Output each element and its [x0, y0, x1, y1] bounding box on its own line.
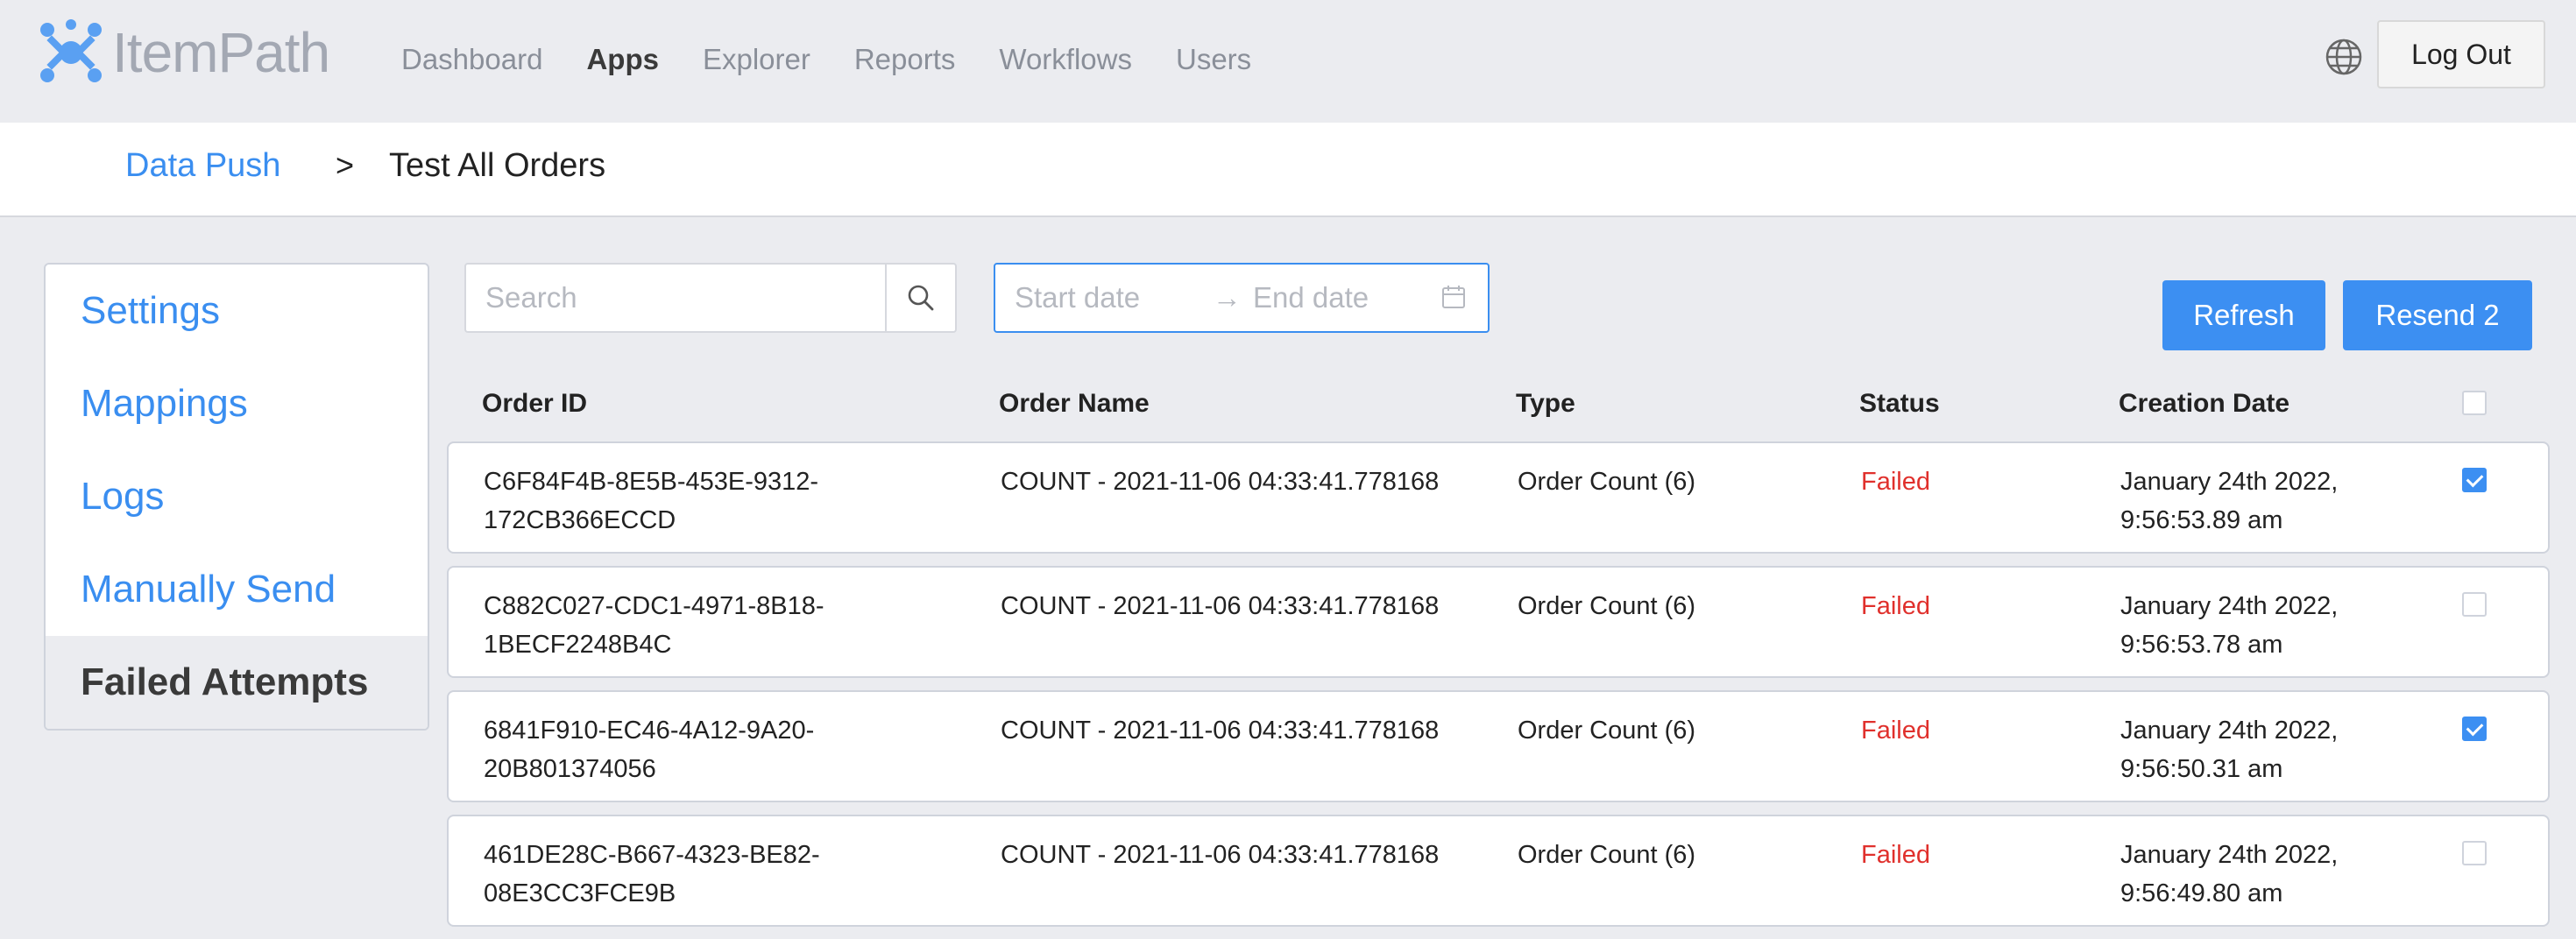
creation-date-cell: January 24th 2022, 9:56:50.31 am	[2120, 717, 2339, 783]
search-input[interactable]	[466, 265, 885, 331]
status-cell: Failed	[1861, 592, 1930, 620]
column-header-type[interactable]: Type	[1516, 389, 1575, 419]
status-cell: Failed	[1861, 717, 1930, 745]
itempath-logo-icon	[40, 19, 102, 82]
date-range-picker[interactable]: Start date → End date	[994, 263, 1490, 333]
nav-workflows[interactable]: Workflows	[999, 35, 1132, 84]
arrow-right-icon: →	[1213, 281, 1242, 314]
logout-button[interactable]: Log Out	[2377, 20, 2545, 88]
column-header-status[interactable]: Status	[1859, 389, 1940, 419]
search-box	[464, 263, 957, 333]
breadcrumb-separator: >	[336, 147, 355, 183]
order-name-cell: COUNT - 2021-11-06 04:33:41.778168	[1001, 468, 1440, 496]
order-name-cell: COUNT - 2021-11-06 04:33:41.778168	[1001, 841, 1440, 869]
select-all-checkbox[interactable]	[2462, 391, 2487, 415]
refresh-button[interactable]: Refresh	[2162, 280, 2325, 350]
search-button[interactable]	[885, 265, 955, 331]
nav-apps[interactable]: Apps	[586, 35, 659, 84]
table-row[interactable]: C6F84F4B-8E5B-453E-9312-172CB366ECCD COU…	[447, 441, 2550, 554]
sidebar-item-logs[interactable]: Logs	[46, 450, 428, 543]
breadcrumb-data-push[interactable]: Data Push	[125, 147, 280, 185]
app-sidebar: Settings Mappings Logs Manually Send Fai…	[44, 263, 429, 731]
column-header-order-id[interactable]: Order ID	[482, 389, 587, 419]
page-title: Test All Orders	[389, 147, 606, 184]
sidebar-item-mappings[interactable]: Mappings	[46, 357, 428, 450]
table-header: Order ID Order Name Type Status Creation…	[447, 385, 2550, 427]
sidebar-item-manually-send[interactable]: Manually Send	[46, 543, 428, 636]
status-cell: Failed	[1861, 841, 1930, 869]
row-checkbox[interactable]	[2462, 468, 2487, 492]
end-date-field[interactable]: End date	[1253, 281, 1369, 314]
row-checkbox[interactable]	[2462, 841, 2487, 865]
nav-explorer[interactable]: Explorer	[703, 35, 810, 84]
type-cell: Order Count (6)	[1518, 717, 1696, 745]
creation-date-cell: January 24th 2022, 9:56:49.80 am	[2120, 841, 2339, 907]
column-header-creation-date[interactable]: Creation Date	[2119, 389, 2289, 419]
creation-date-cell: January 24th 2022, 9:56:53.89 am	[2120, 468, 2339, 534]
start-date-field[interactable]: Start date	[1015, 281, 1140, 314]
nav-dashboard[interactable]: Dashboard	[401, 35, 542, 84]
top-navbar: ItemPath Dashboard Apps Explorer Reports…	[0, 0, 2576, 123]
creation-date-cell: January 24th 2022, 9:56:53.78 am	[2120, 592, 2339, 659]
order-name-cell: COUNT - 2021-11-06 04:33:41.778168	[1001, 717, 1440, 745]
search-icon	[908, 285, 934, 311]
nav-reports[interactable]: Reports	[854, 35, 956, 84]
table-row[interactable]: 461DE28C-B667-4323-BE82-08E3CC3FCE9B COU…	[447, 815, 2550, 927]
breadcrumb: Data Push > Test All Orders	[0, 123, 2576, 217]
main-nav: Dashboard Apps Explorer Reports Workflow…	[401, 35, 1295, 84]
table-row[interactable]: 6841F910-EC46-4A12-9A20-20B801374056 COU…	[447, 690, 2550, 802]
sidebar-item-settings[interactable]: Settings	[46, 265, 428, 357]
nav-users[interactable]: Users	[1176, 35, 1251, 84]
column-header-order-name[interactable]: Order Name	[999, 389, 1150, 419]
row-checkbox[interactable]	[2462, 717, 2487, 741]
itempath-logo[interactable]: ItemPath	[39, 18, 330, 88]
status-cell: Failed	[1861, 468, 1930, 496]
order-id-cell: 461DE28C-B667-4323-BE82-08E3CC3FCE9B	[484, 841, 820, 907]
type-cell: Order Count (6)	[1518, 468, 1696, 496]
brand-name: ItemPath	[112, 21, 330, 84]
order-id-cell: C6F84F4B-8E5B-453E-9312-172CB366ECCD	[484, 468, 819, 534]
type-cell: Order Count (6)	[1518, 592, 1696, 620]
order-id-cell: C882C027-CDC1-4971-8B18-1BECF2248B4C	[484, 592, 824, 659]
row-checkbox[interactable]	[2462, 592, 2487, 617]
resend-button[interactable]: Resend 2	[2343, 280, 2532, 350]
sidebar-item-failed-attempts[interactable]: Failed Attempts	[46, 636, 428, 729]
order-name-cell: COUNT - 2021-11-06 04:33:41.778168	[1001, 592, 1440, 620]
globe-icon[interactable]	[2324, 37, 2364, 77]
calendar-icon	[1442, 286, 1465, 308]
table-row[interactable]: C882C027-CDC1-4971-8B18-1BECF2248B4C COU…	[447, 566, 2550, 678]
type-cell: Order Count (6)	[1518, 841, 1696, 869]
order-id-cell: 6841F910-EC46-4A12-9A20-20B801374056	[484, 717, 815, 783]
